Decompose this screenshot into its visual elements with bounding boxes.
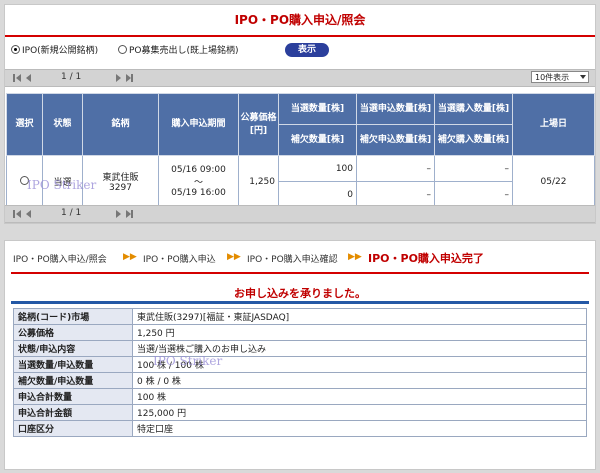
header-status: 状態 xyxy=(42,93,83,156)
detail-label: 当選数量/申込数量 xyxy=(13,356,133,373)
table-row: 補欠数量/申込数量 0 株 / 0 株 xyxy=(13,372,587,389)
first-page-arrow-icon[interactable] xyxy=(16,74,21,82)
row-win-qty: 100 xyxy=(278,155,357,182)
table-row: 申込合計数量 100 株 xyxy=(13,388,587,405)
section-bar xyxy=(11,301,589,304)
header-select: 選択 xyxy=(6,93,43,156)
detail-label: 公募価格 xyxy=(13,324,133,341)
breadcrumb-step-2: IPO・PO購入申込 xyxy=(143,255,216,265)
market-type-options: IPO(新規公開銘柄) PO募集売出し(既上場銘柄) 表示 xyxy=(5,42,595,60)
po-radio[interactable] xyxy=(118,45,127,54)
chevron-down-icon xyxy=(580,75,586,79)
breadcrumb-step-1: IPO・PO購入申込/照会 xyxy=(13,255,107,265)
header-win-purchase-qty: 当選購入数量[株] xyxy=(434,93,513,125)
ipo-po-list-panel: IPO・PO購入申込/照会 IPO(新規公開銘柄) PO募集売出し(既上場銘柄)… xyxy=(4,4,596,224)
table-row: 銘柄(コード)市場 東武住販(3297)[福証・東証JASDAQ] xyxy=(13,308,587,325)
table-row: 口座区分 特定口座 xyxy=(13,420,587,437)
confirmation-message: お申し込みを承りました。 xyxy=(234,287,366,300)
detail-label: 銘柄(コード)市場 xyxy=(13,308,133,325)
row-issue-name: 東武住販 xyxy=(102,173,139,183)
breadcrumb-step-3: IPO・PO購入申込確認 xyxy=(247,255,338,265)
detail-label: 口座区分 xyxy=(13,420,133,437)
pager-bottom: 1 / 1 xyxy=(5,205,595,223)
first-page-arrow-icon[interactable] xyxy=(16,210,21,218)
last-page-icon[interactable] xyxy=(131,210,133,218)
header-price: 公募価格[円] xyxy=(238,93,279,156)
prev-page-icon[interactable] xyxy=(26,74,31,82)
detail-value: 東武住販(3297)[福証・東証JASDAQ] xyxy=(132,308,587,325)
header-sub-qty: 補欠数量[株] xyxy=(278,124,357,156)
detail-value: 125,000 円 xyxy=(132,404,587,421)
per-page-value: 10件表示 xyxy=(535,73,570,82)
header-listing-date: 上場日 xyxy=(512,93,595,156)
next-page-icon[interactable] xyxy=(116,74,121,82)
page-title: IPO・PO購入申込/照会 xyxy=(5,5,595,37)
show-button[interactable]: 表示 xyxy=(285,43,329,57)
row-sub-purchase: – xyxy=(434,181,513,208)
pager-top: 1 / 1 10件表示 xyxy=(5,69,595,87)
last-page-icon[interactable] xyxy=(131,74,133,82)
header-sub-purchase-qty: 補欠購入数量[株] xyxy=(434,124,513,156)
detail-label: 申込合計金額 xyxy=(13,404,133,421)
table-row: 状態/申込内容 当選/当選株ご購入のお申し込み xyxy=(13,340,587,357)
breadcrumb: IPO・PO購入申込/照会 ▶▶ IPO・PO購入申込 ▶▶ IPO・PO購入申… xyxy=(5,249,595,267)
row-period-end: 05/19 16:00 xyxy=(171,188,226,198)
first-page-icon[interactable] xyxy=(13,74,15,82)
watermark: IPO Striker xyxy=(153,354,223,368)
table-row: 公募価格 1,250 円 xyxy=(13,324,587,341)
detail-label: 状態/申込内容 xyxy=(13,340,133,357)
po-radio-label[interactable]: PO募集売出し(既上場銘柄) xyxy=(129,43,239,56)
page-indicator: 1 / 1 xyxy=(61,72,82,82)
row-sub-apply: – xyxy=(356,181,435,208)
breadcrumb-arrow-icon: ▶▶ xyxy=(348,252,362,262)
title-divider xyxy=(11,272,589,274)
order-details-table: 銘柄(コード)市場 東武住販(3297)[福証・東証JASDAQ] 公募価格 1,25… xyxy=(13,308,587,437)
watermark: IPO Striker xyxy=(27,178,97,192)
breadcrumb-arrow-icon: ▶▶ xyxy=(227,252,241,262)
header-sub-apply-qty: 補欠申込数量[株] xyxy=(356,124,435,156)
breadcrumb-current: IPO・PO購入申込完了 xyxy=(368,252,484,265)
page-indicator: 1 / 1 xyxy=(61,208,82,218)
row-period: 05/16 09:00 〜 05/19 16:00 xyxy=(158,155,239,208)
prev-page-icon[interactable] xyxy=(26,210,31,218)
per-page-select[interactable]: 10件表示 xyxy=(531,71,589,83)
row-issue-code: 3297 xyxy=(109,183,132,193)
row-period-sep: 〜 xyxy=(193,178,203,188)
detail-value: 1,250 円 xyxy=(132,324,587,341)
header-win-qty: 当選数量[株] xyxy=(278,93,357,125)
detail-label: 申込合計数量 xyxy=(13,388,133,405)
ipo-radio-label[interactable]: IPO(新規公開銘柄) xyxy=(22,43,98,56)
row-win-purchase: – xyxy=(434,155,513,182)
detail-value: 0 株 / 0 株 xyxy=(132,372,587,389)
ipo-radio[interactable] xyxy=(11,45,20,54)
next-page-icon[interactable] xyxy=(116,210,121,218)
header-period: 購入申込期間 xyxy=(158,93,239,156)
detail-value: 100 株 xyxy=(132,388,587,405)
table-row: 申込合計金額 125,000 円 xyxy=(13,404,587,421)
row-period-start: 05/16 09:00 xyxy=(171,165,226,175)
header-issue: 銘柄 xyxy=(82,93,159,156)
row-price: 1,250 xyxy=(238,155,279,208)
ipo-po-complete-panel: IPO・PO購入申込/照会 ▶▶ IPO・PO購入申込 ▶▶ IPO・PO購入申… xyxy=(4,240,596,470)
table-row: 当選数量/申込数量 100 株 / 100 株 xyxy=(13,356,587,373)
row-sub-qty: 0 xyxy=(278,181,357,208)
detail-label: 補欠数量/申込数量 xyxy=(13,372,133,389)
header-win-apply-qty: 当選申込数量[株] xyxy=(356,93,435,125)
first-page-icon[interactable] xyxy=(13,210,15,218)
row-listing-date: 05/22 xyxy=(512,155,595,208)
row-win-apply: – xyxy=(356,155,435,182)
breadcrumb-arrow-icon: ▶▶ xyxy=(123,252,137,262)
detail-value: 特定口座 xyxy=(132,420,587,437)
